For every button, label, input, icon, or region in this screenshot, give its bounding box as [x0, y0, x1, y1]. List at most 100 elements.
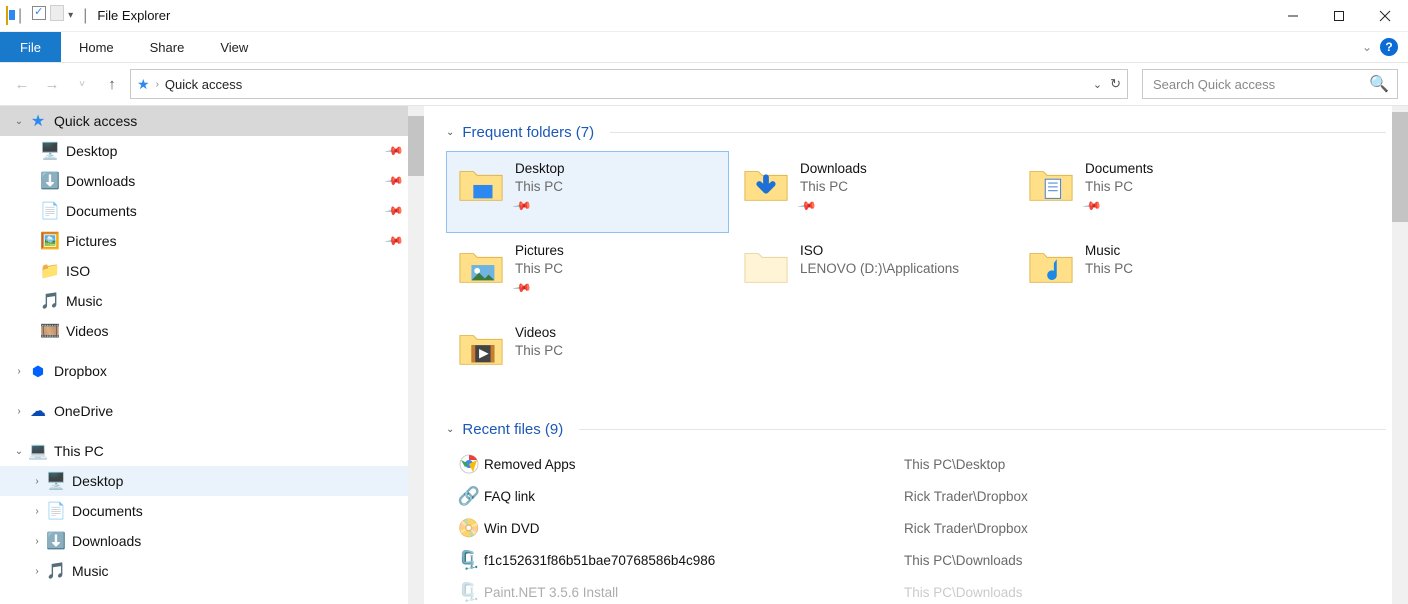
nav-pc-documents[interactable]: › 📄 Documents	[0, 496, 414, 526]
tree-label: Desktop	[72, 473, 123, 489]
collapse-chevron-icon[interactable]: ⌄	[10, 446, 28, 457]
pin-icon: 📌	[512, 196, 534, 218]
collapse-chevron-icon[interactable]: ⌄	[10, 116, 28, 127]
expand-chevron-icon[interactable]: ›	[28, 536, 46, 547]
music-icon: 🎵	[40, 291, 60, 311]
quick-access-toolbar: | ▾ | File Explorer	[0, 5, 170, 26]
nav-this-pc[interactable]: ⌄ 💻 This PC	[0, 436, 414, 466]
folder-name: ISO	[800, 242, 959, 260]
chevron-down-icon[interactable]: ⌄	[446, 127, 454, 138]
search-box[interactable]: 🔍	[1142, 69, 1398, 99]
onedrive-cloud-icon: ☁	[28, 401, 48, 421]
up-button[interactable]: ↑	[100, 76, 124, 93]
ribbon-collapse-chevron-icon[interactable]: ⌄	[1362, 40, 1372, 54]
folder-location: This PC	[515, 342, 563, 360]
qat-customize-chevron-icon[interactable]: ▾	[68, 10, 73, 21]
documents-icon: 📄	[46, 501, 66, 521]
this-pc-icon: 💻	[28, 441, 48, 461]
tree-label: ISO	[66, 263, 90, 279]
folder-documents[interactable]: Documents This PC 📌	[1016, 151, 1299, 233]
file-path: Rick Trader\Dropbox	[904, 489, 1028, 504]
folder-music[interactable]: Music This PC	[1016, 233, 1299, 315]
home-tab[interactable]: Home	[61, 32, 132, 62]
nav-scrollbar[interactable]	[408, 106, 424, 604]
nav-dropbox[interactable]: › ⬢ Dropbox	[0, 356, 414, 386]
new-folder-qat-icon[interactable]	[50, 5, 64, 26]
expand-chevron-icon[interactable]: ›	[28, 566, 46, 577]
help-button[interactable]: ?	[1380, 38, 1398, 56]
recent-file[interactable]: 📀 Win DVD Rick Trader\Dropbox	[454, 512, 1386, 544]
tree-label: Downloads	[72, 533, 141, 549]
dropbox-icon: ⬢	[28, 363, 48, 380]
folder-videos-icon	[457, 324, 505, 372]
folder-name: Videos	[515, 324, 563, 342]
recent-files-header[interactable]: ⌄ Recent files (9)	[446, 421, 1386, 438]
nav-quick-access[interactable]: ⌄ ★ Quick access	[0, 106, 414, 136]
folder-pictures-icon	[457, 242, 505, 290]
expand-chevron-icon[interactable]: ›	[28, 506, 46, 517]
folder-location: This PC	[515, 260, 564, 278]
nav-pc-desktop[interactable]: › 🖥️ Desktop	[0, 466, 414, 496]
folder-desktop[interactable]: Desktop This PC 📌	[446, 151, 729, 233]
file-path: This PC\Downloads	[904, 553, 1023, 568]
recent-file[interactable]: Removed Apps This PC\Desktop	[454, 448, 1386, 480]
expand-chevron-icon[interactable]: ›	[10, 406, 28, 417]
navigation-pane: ⌄ ★ Quick access 🖥️ Desktop 📌 ⬇️ Downloa…	[0, 106, 424, 604]
expand-chevron-icon[interactable]: ›	[28, 476, 46, 487]
folder-downloads-icon	[742, 160, 790, 208]
content-scrollbar[interactable]	[1392, 106, 1408, 604]
folder-pictures[interactable]: Pictures This PC 📌	[446, 233, 729, 315]
refresh-button[interactable]: ↻	[1110, 76, 1121, 92]
file-name: Removed Apps	[484, 457, 904, 472]
recent-file[interactable]: 🔗 FAQ link Rick Trader\Dropbox	[454, 480, 1386, 512]
nav-onedrive[interactable]: › ☁ OneDrive	[0, 396, 414, 426]
shortcut-icon: 📀	[454, 518, 484, 539]
nav-downloads[interactable]: ⬇️ Downloads 📌	[0, 166, 414, 196]
file-tab[interactable]: File	[0, 32, 61, 62]
folder-desktop-icon	[457, 160, 505, 208]
chevron-down-icon[interactable]: ⌄	[446, 424, 454, 435]
recent-locations-chevron-icon[interactable]: ˅	[70, 79, 94, 90]
folder-downloads[interactable]: Downloads This PC 📌	[731, 151, 1014, 233]
archive-icon: 🗜️	[454, 582, 484, 603]
tree-label: Music	[66, 293, 103, 309]
music-icon: 🎵	[46, 561, 66, 581]
content-pane: ⌄ Frequent folders (7) Desktop This PC 📌	[424, 106, 1408, 604]
nav-videos[interactable]: 🎞️ Videos	[0, 316, 414, 346]
file-path: This PC\Desktop	[904, 457, 1005, 472]
minimize-button[interactable]	[1270, 0, 1316, 32]
tree-label: Desktop	[66, 143, 117, 159]
nav-pc-downloads[interactable]: › ⬇️ Downloads	[0, 526, 414, 556]
folder-iso[interactable]: ISO LENOVO (D:)\Applications	[731, 233, 1014, 315]
address-dropdown-chevron-icon[interactable]: ⌄	[1093, 78, 1102, 91]
folder-location: This PC	[800, 178, 867, 196]
tree-label: Documents	[66, 203, 137, 219]
file-name: f1c152631f86b51bae70768586b4c986	[484, 553, 904, 568]
view-tab[interactable]: View	[202, 32, 266, 62]
folder-videos[interactable]: Videos This PC	[446, 315, 729, 397]
frequent-folders-header[interactable]: ⌄ Frequent folders (7)	[446, 124, 1386, 141]
address-bar[interactable]: ★ › Quick access ⌄ ↻	[130, 69, 1128, 99]
chrome-icon	[454, 454, 484, 474]
search-input[interactable]	[1151, 76, 1369, 93]
maximize-button[interactable]	[1316, 0, 1362, 32]
search-icon[interactable]: 🔍	[1369, 74, 1389, 94]
expand-chevron-icon[interactable]: ›	[10, 366, 28, 377]
share-tab[interactable]: Share	[132, 32, 203, 62]
recent-file[interactable]: 🗜️ f1c152631f86b51bae70768586b4c986 This…	[454, 544, 1386, 576]
close-button[interactable]	[1362, 0, 1408, 32]
folder-name: Documents	[1085, 160, 1153, 178]
nav-pc-music[interactable]: › 🎵 Music	[0, 556, 414, 586]
group-title: Recent files (9)	[462, 421, 563, 438]
folder-name: Music	[1085, 242, 1133, 260]
nav-iso[interactable]: 📁 ISO	[0, 256, 414, 286]
nav-documents[interactable]: 📄 Documents 📌	[0, 196, 414, 226]
nav-desktop[interactable]: 🖥️ Desktop 📌	[0, 136, 414, 166]
properties-qat-icon[interactable]	[32, 6, 46, 25]
back-button[interactable]: ←	[10, 76, 34, 93]
recent-file[interactable]: 🗜️ Paint.NET 3.5.6 Install This PC\Downl…	[454, 576, 1386, 604]
nav-pictures[interactable]: 🖼️ Pictures 📌	[0, 226, 414, 256]
forward-button[interactable]: →	[40, 76, 64, 93]
nav-music[interactable]: 🎵 Music	[0, 286, 414, 316]
chevron-right-icon[interactable]: ›	[156, 79, 159, 90]
